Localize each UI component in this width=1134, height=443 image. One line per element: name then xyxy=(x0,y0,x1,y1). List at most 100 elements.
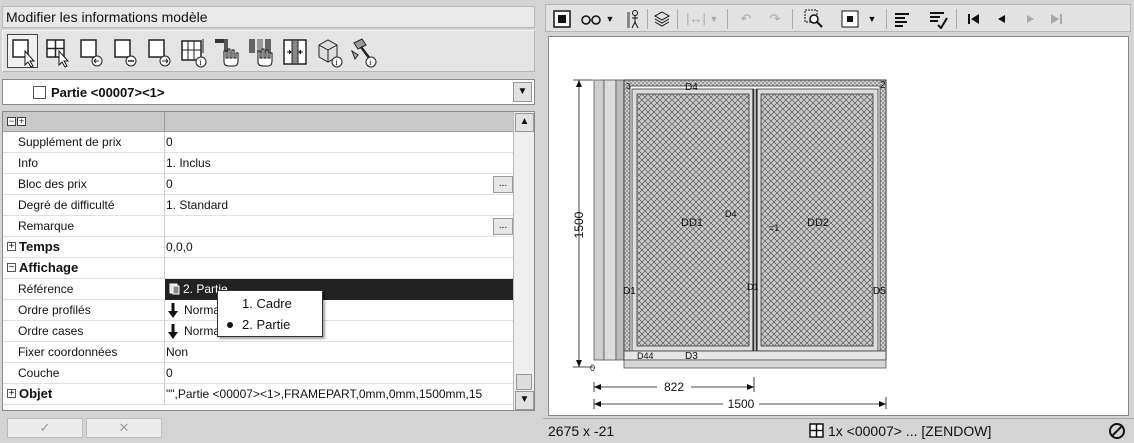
label-bottom-left: D44 xyxy=(637,351,654,361)
chevron-down-icon[interactable]: ▼ xyxy=(604,9,616,29)
chevron-down-icon[interactable]: ▼ xyxy=(866,9,878,29)
next-record-icon[interactable] xyxy=(1020,9,1040,29)
redo-icon[interactable]: ↷ xyxy=(765,9,785,29)
ok-button[interactable]: ✓ xyxy=(7,418,83,438)
glasses-icon[interactable] xyxy=(580,9,602,29)
model-status: 1x <00007> ... [ZENDOW] xyxy=(828,423,992,439)
row-value[interactable]: Non xyxy=(166,345,188,359)
remove-right-icon[interactable] xyxy=(143,34,174,68)
grid-icon xyxy=(809,423,824,438)
label-left-side: D1 xyxy=(623,286,636,297)
scroll-down-icon[interactable]: ▼ xyxy=(515,391,534,410)
collapse-icon[interactable]: − xyxy=(7,263,16,273)
label-right-pane: DD2 xyxy=(807,217,829,229)
expand-all-icon[interactable]: + xyxy=(17,117,26,126)
menu-item-cadre[interactable]: 1. Cadre xyxy=(242,296,292,311)
collapse-all-icon[interactable]: − xyxy=(7,117,16,126)
table-row[interactable]: Supplément de prix 0 xyxy=(3,132,513,153)
row-label: Bloc des prix xyxy=(18,177,87,191)
edit-check-icon[interactable] xyxy=(928,9,948,30)
frame-icon[interactable] xyxy=(552,9,572,29)
table-row[interactable]: Fixer coordonnées Non xyxy=(3,342,513,363)
row-label: Affichage xyxy=(19,260,79,275)
selected-bullet-icon xyxy=(227,322,233,328)
part-icon xyxy=(169,283,180,295)
remove-left-icon[interactable] xyxy=(75,34,106,68)
first-record-icon[interactable] xyxy=(964,9,984,29)
label-mid-right: =1 xyxy=(769,223,779,233)
menu-item-partie[interactable]: 2. Partie xyxy=(242,317,290,332)
row-label: Temps xyxy=(19,239,60,254)
row-value[interactable]: 1. Inclus xyxy=(166,156,211,170)
row-value[interactable]: 1. Standard xyxy=(166,198,228,212)
row-value[interactable]: 0,0,0 xyxy=(166,240,193,254)
zoom-window-icon[interactable] xyxy=(804,9,824,29)
part-selector[interactable]: Partie <00007><1> ▼ xyxy=(2,79,535,105)
select-frame-icon[interactable] xyxy=(7,34,38,68)
table-row[interactable]: Remarque ... xyxy=(3,216,513,237)
label-mid-top: D4 xyxy=(725,209,737,219)
chevron-down-icon[interactable]: ▼ xyxy=(708,9,720,29)
table-row[interactable]: + Objet "",Partie <00007><1>,FRAMEPART,0… xyxy=(3,384,513,405)
measure-icon[interactable]: |↔| xyxy=(686,9,706,29)
mullion-icon[interactable] xyxy=(279,34,310,68)
chevron-down-icon[interactable]: ▼ xyxy=(513,82,532,102)
last-record-icon[interactable] xyxy=(1046,9,1066,29)
ellipsis-button[interactable]: ... xyxy=(493,176,513,193)
grid-info-icon[interactable]: i xyxy=(177,34,208,68)
label-corner-tr: 2 xyxy=(880,80,886,91)
scroll-thumb[interactable] xyxy=(516,374,532,390)
remove-minus-icon[interactable] xyxy=(109,34,140,68)
layers-icon[interactable] xyxy=(652,9,672,29)
part-checkbox[interactable] xyxy=(33,86,46,99)
cancel-button[interactable]: ✕ xyxy=(86,418,162,438)
row-label: Ordre cases xyxy=(18,324,84,338)
hand-tool-icon[interactable] xyxy=(211,34,242,68)
drawing-canvas[interactable]: D4 DD1 DD2 D4 =1 D1 D1 D5 D44 D3 3 2 0 1… xyxy=(548,36,1129,416)
properties-panel: Modifier les informations modèle i i i P… xyxy=(0,0,537,443)
row-value[interactable]: 0 xyxy=(166,135,173,149)
box-info-icon[interactable]: i xyxy=(313,34,344,68)
drawing-toolbar: ▼ |↔| ▼ ↶ ↷ ▼ xyxy=(545,4,1131,32)
vertical-scrollbar[interactable]: ▲ ▼ xyxy=(513,112,534,410)
table-row[interactable]: + Temps 0,0,0 xyxy=(3,237,513,258)
grid-select-icon[interactable] xyxy=(41,34,72,68)
table-row[interactable]: Info 1. Inclus xyxy=(3,153,513,174)
previous-record-icon[interactable] xyxy=(992,9,1012,29)
label-top: D4 xyxy=(685,82,698,93)
dim-height: 1500 xyxy=(572,211,586,238)
label-corner-tl: 3 xyxy=(626,82,631,91)
table-row[interactable]: − Affichage xyxy=(3,258,513,279)
person-scale-icon[interactable] xyxy=(624,9,644,29)
table-row[interactable]: Couche 0 xyxy=(3,363,513,384)
row-label: Couche xyxy=(18,366,60,380)
row-label: Info xyxy=(18,156,39,170)
table-row[interactable]: Bloc des prix 0 ... xyxy=(3,174,513,195)
dim-width-total: 1500 xyxy=(728,397,755,411)
row-label: Remarque xyxy=(18,219,75,233)
panel-title: Modifier les informations modèle xyxy=(2,6,535,28)
status-bar: 2675 x -21 1x <00007> ... [ZENDOW] xyxy=(543,418,1134,443)
expand-icon[interactable]: + xyxy=(7,389,16,399)
reference-dropdown-menu: 1. Cadre 2. Partie xyxy=(217,290,323,337)
no-sign-icon[interactable] xyxy=(1108,422,1126,440)
label-left-pane: DD1 xyxy=(681,217,703,229)
row-value[interactable]: 0 xyxy=(166,366,173,380)
dialog-buttons: ✓ ✕ xyxy=(2,417,535,441)
expand-icon[interactable]: + xyxy=(7,242,16,252)
row-value[interactable]: 0 xyxy=(166,177,173,191)
row-label: Degré de difficulté xyxy=(18,198,115,212)
table-row[interactable]: Degré de difficulté 1. Standard xyxy=(3,195,513,216)
hammer-info-icon[interactable]: i xyxy=(347,34,378,68)
hand-multi-icon[interactable] xyxy=(245,34,276,68)
row-label: Supplément de prix xyxy=(18,135,122,149)
align-left-icon[interactable] xyxy=(892,9,912,29)
view-mode-icon[interactable] xyxy=(840,9,860,29)
ellipsis-button[interactable]: ... xyxy=(493,218,513,235)
label-mid-center: D1 xyxy=(747,282,759,292)
row-value[interactable]: "",Partie <00007><1>,FRAMEPART,0mm,0mm,1… xyxy=(166,387,512,401)
arrow-down-icon xyxy=(168,324,178,339)
dim-width-partial: 822 xyxy=(664,380,684,394)
undo-icon[interactable]: ↶ xyxy=(736,9,756,29)
scroll-up-icon[interactable]: ▲ xyxy=(515,113,534,132)
